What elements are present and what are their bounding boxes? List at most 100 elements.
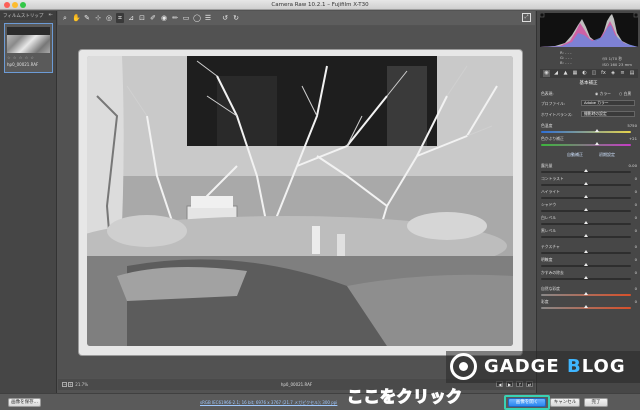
white-balance-icon[interactable]: ✎ [83, 13, 91, 23]
clarity-slider[interactable] [541, 263, 631, 267]
profile-dropdown[interactable]: Adobe カラー [581, 100, 635, 106]
spot-removal-icon[interactable]: ✐ [149, 13, 157, 23]
rating-stars[interactable]: ☆ ☆ ☆ ☆ ☆ [7, 55, 35, 60]
adjustment-panel: R: - - - G: - - - B: - - - f/5 1/70 秒 IS… [536, 11, 640, 393]
blacks-slider-knob[interactable] [584, 234, 588, 237]
workflow-options-link[interactable]: sRGB IEC61966-2.1; 16 bit; 6976 x 3767 (… [200, 400, 337, 406]
whites-slider[interactable] [541, 221, 631, 225]
highlights-value[interactable]: 0 [635, 189, 637, 194]
filmstrip-title: フィルムストリップ [3, 14, 44, 19]
fullscreen-toggle-icon[interactable]: ⤢ [522, 13, 531, 22]
blacks-value[interactable]: 0 [635, 228, 637, 233]
exposure-slider[interactable] [541, 169, 631, 173]
basic-tab-icon[interactable]: ◉ [543, 70, 550, 77]
vibrance-slider-knob[interactable] [584, 292, 588, 295]
watermark-prefix: GADGE [484, 356, 567, 377]
tint-slider-knob[interactable] [594, 142, 599, 145]
treatment-color-radio[interactable]: ◉ カラー [595, 91, 611, 97]
contrast-label: コントラスト [541, 176, 564, 181]
graduated-filter-icon[interactable]: ▭ [182, 13, 190, 23]
highlights-slider[interactable] [541, 195, 631, 199]
adjustment-brush-icon[interactable]: ✏ [171, 13, 179, 23]
tint-value[interactable]: +21 [629, 136, 637, 141]
highlights-slider-knob[interactable] [584, 195, 588, 198]
tone-curve-tab-icon[interactable]: ◢ [553, 70, 560, 77]
saturation-slider-knob[interactable] [584, 305, 588, 308]
cancel-button[interactable]: キャンセル [550, 398, 580, 407]
texture-value[interactable]: 0 [635, 244, 637, 249]
open-image-button[interactable]: 画像を開く [508, 398, 546, 407]
whites-value[interactable]: 0 [635, 215, 637, 220]
contrast-slider[interactable] [541, 182, 631, 186]
exposure-label: 露光量 [541, 163, 553, 168]
image-preview-area[interactable] [58, 26, 535, 378]
detail-tab-icon[interactable]: ▲ [562, 70, 569, 77]
whites-slider-knob[interactable] [584, 221, 588, 224]
texture-label: テクスチャ [541, 244, 560, 249]
dehaze-row: かすみの除去 0 [541, 270, 637, 277]
zoom-icon[interactable]: ⌕ [61, 13, 69, 23]
preferences-icon[interactable]: ☰ [204, 13, 212, 23]
exposure-value[interactable]: 0.00 [629, 163, 637, 168]
blacks-slider[interactable] [541, 234, 631, 238]
rotate-right-icon[interactable]: ↻ [232, 13, 240, 23]
shadows-value[interactable]: 0 [635, 202, 637, 207]
dehaze-slider-knob[interactable] [584, 276, 588, 279]
dehaze-slider[interactable] [541, 276, 631, 280]
color-sampler-icon[interactable]: ⊹ [94, 13, 102, 23]
straighten-icon[interactable]: ⊿ [127, 13, 135, 23]
temperature-value[interactable]: 5750 [627, 123, 637, 128]
treatment-row: 色表現: ◉ カラー ○ 白黒 [541, 91, 637, 98]
split-toning-tab-icon[interactable]: ◐ [581, 70, 588, 77]
texture-slider[interactable] [541, 250, 631, 254]
clarity-row: 明瞭度 0 [541, 257, 637, 264]
shadows-slider-knob[interactable] [584, 208, 588, 211]
crop-icon[interactable]: ⌗ [116, 13, 124, 23]
saturation-value[interactable]: 0 [635, 299, 637, 304]
save-image-button[interactable]: 画像を保存... [8, 398, 41, 407]
filmstrip-thumbnail[interactable]: ☆ ☆ ☆ ☆ ☆ hp0_00021.RAF [4, 23, 53, 73]
vibrance-value[interactable]: 0 [635, 286, 637, 291]
hsl-tab-icon[interactable]: ▦ [572, 70, 579, 77]
panel-tabs: ◉ ◢ ▲ ▦ ◐ ◫ fx ◈ ≡ ▤ [540, 69, 638, 78]
saturation-label: 彩度 [541, 299, 549, 304]
white-balance-dropdown[interactable]: 撮影時の設定 [581, 111, 635, 117]
profile-label: プロファイル: [541, 101, 566, 106]
calibration-tab-icon[interactable]: ◈ [610, 70, 617, 77]
default-button[interactable]: 初期設定 [599, 152, 615, 158]
temperature-row: 色温度 5750 [541, 123, 637, 130]
rotate-left-icon[interactable]: ↺ [221, 13, 229, 23]
b-label: B: [560, 60, 564, 65]
snapshots-tab-icon[interactable]: ▤ [629, 70, 636, 77]
red-eye-icon[interactable]: ◉ [160, 13, 168, 23]
contrast-value[interactable]: 0 [635, 176, 637, 181]
auto-button[interactable]: 自動補正 [567, 152, 583, 158]
collapse-filmstrip-icon[interactable]: ⇤ [49, 12, 53, 18]
exposure-slider-knob[interactable] [584, 169, 588, 172]
clarity-slider-knob[interactable] [584, 263, 588, 266]
hand-icon[interactable]: ✋ [72, 13, 81, 23]
contrast-slider-knob[interactable] [584, 182, 588, 185]
transform-icon[interactable]: ⊡ [138, 13, 146, 23]
presets-tab-icon[interactable]: ≡ [619, 70, 626, 77]
vibrance-slider[interactable] [541, 292, 631, 296]
shadows-slider[interactable] [541, 208, 631, 212]
temperature-slider-knob[interactable] [594, 129, 599, 132]
camera-exposure-info: f/5 1/70 秒 ISO 160 23 mm [602, 56, 632, 67]
photo-preview[interactable] [87, 56, 513, 346]
treatment-bw-radio[interactable]: ○ 白黒 [619, 91, 631, 97]
saturation-slider[interactable] [541, 305, 631, 309]
texture-slider-knob[interactable] [584, 250, 588, 253]
lens-tab-icon[interactable]: ◫ [591, 70, 598, 77]
effects-tab-icon[interactable]: fx [600, 70, 607, 77]
gadgeblog-logo-icon [450, 353, 477, 380]
clarity-value[interactable]: 0 [635, 257, 637, 262]
temperature-slider[interactable] [541, 129, 631, 133]
highlights-label: ハイライト [541, 189, 560, 194]
done-button[interactable]: 完了 [584, 398, 608, 407]
radial-filter-icon[interactable]: ◯ [193, 13, 201, 23]
target-adjustment-icon[interactable]: ◎ [105, 13, 113, 23]
dehaze-value[interactable]: 0 [635, 270, 637, 275]
temperature-label: 色温度 [541, 123, 553, 128]
tint-slider[interactable] [541, 142, 631, 146]
